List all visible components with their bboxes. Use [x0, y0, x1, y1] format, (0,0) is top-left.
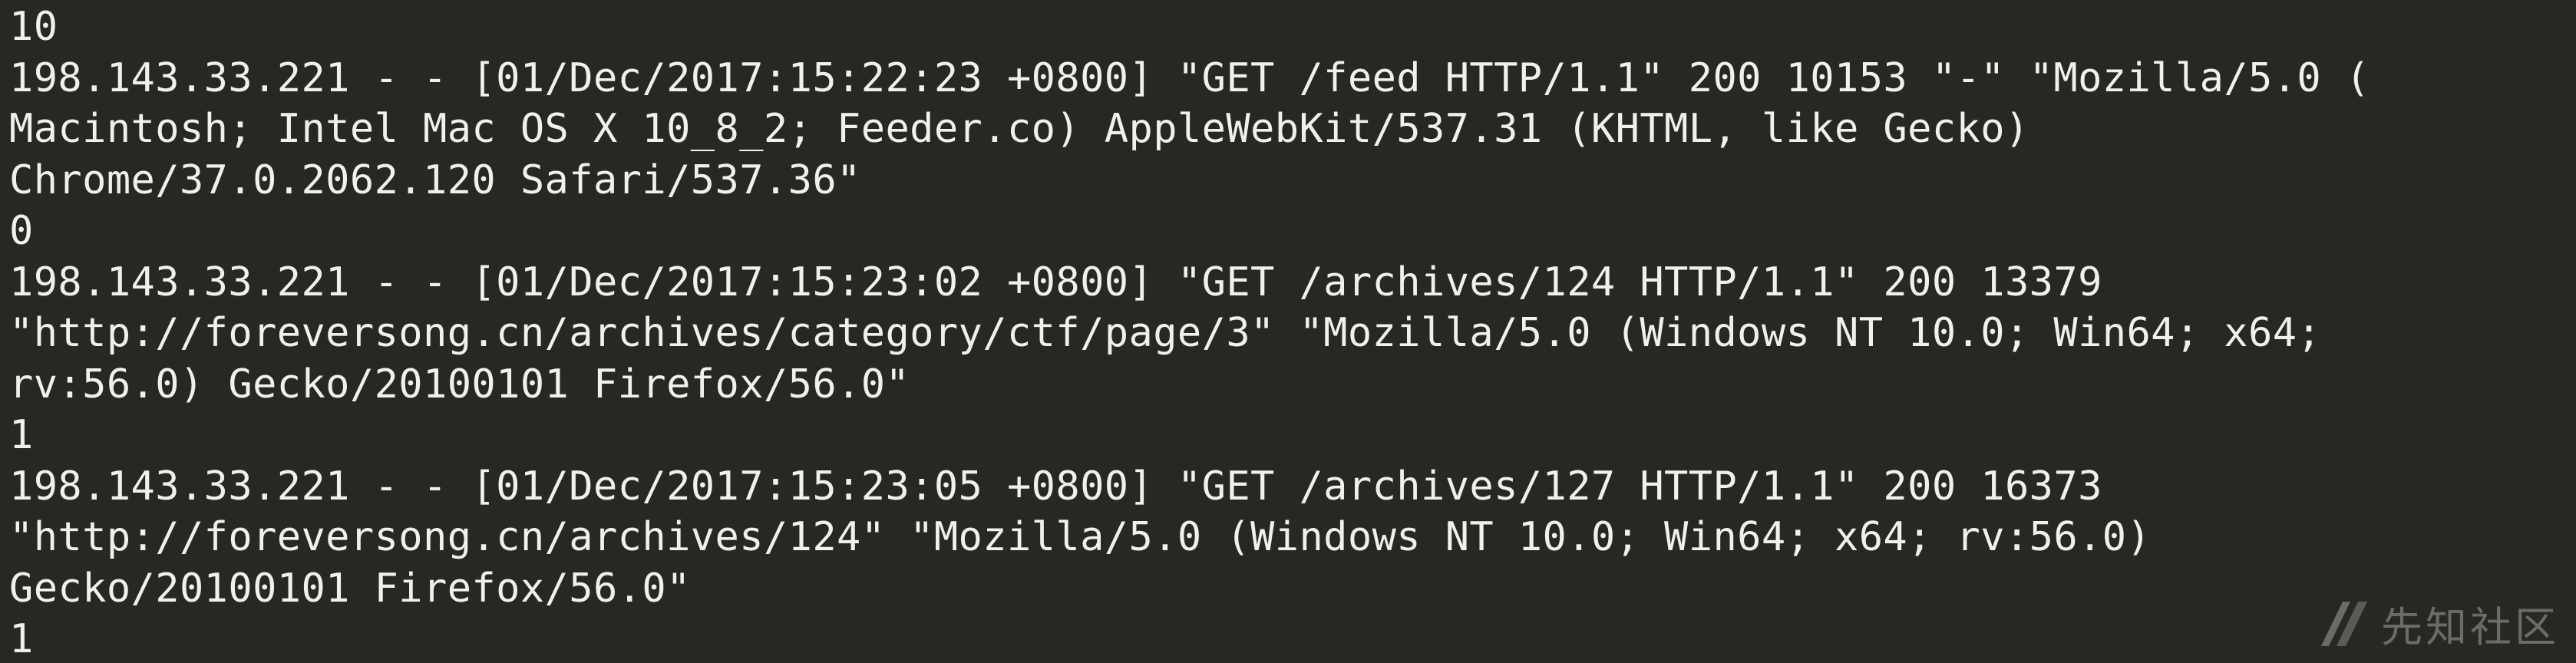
xianzhi-logo-icon [2321, 602, 2367, 646]
terminal-line: Gecko/20100101 Firefox/56.0" [9, 565, 691, 612]
terminal-line: 198.143.33.221 - - [01/Dec/2017:15:23:05… [9, 463, 2102, 510]
terminal-line: Macintosh; Intel Mac OS X 10_8_2; Feeder… [9, 106, 2029, 152]
watermark-text: 先知社区 [2381, 602, 2559, 651]
terminal-line: 198.143.33.221 - - [01/Dec/2017:15:23:02… [9, 259, 2102, 305]
terminal-line: Chrome/37.0.2062.120 Safari/537.36" [9, 157, 861, 203]
terminal-window[interactable]: 10 198.143.33.221 - - [01/Dec/2017:15:22… [0, 0, 2576, 663]
terminal-output: 10 198.143.33.221 - - [01/Dec/2017:15:22… [9, 2, 2565, 663]
terminal-line: 1 [9, 616, 34, 662]
terminal-line: 1 [9, 412, 34, 458]
terminal-line: 0 [9, 208, 34, 254]
watermark: 先知社区 [2317, 592, 2559, 654]
terminal-line: 198.143.33.221 - - [01/Dec/2017:15:22:23… [9, 54, 2370, 101]
terminal-line: "http://foreversong.cn/archives/124" "Mo… [9, 514, 2152, 560]
terminal-line: "http://foreversong.cn/archives/category… [9, 310, 2322, 356]
terminal-line: 10 [9, 4, 58, 50]
terminal-line: rv:56.0) Gecko/20100101 Firefox/56.0" [9, 361, 910, 407]
